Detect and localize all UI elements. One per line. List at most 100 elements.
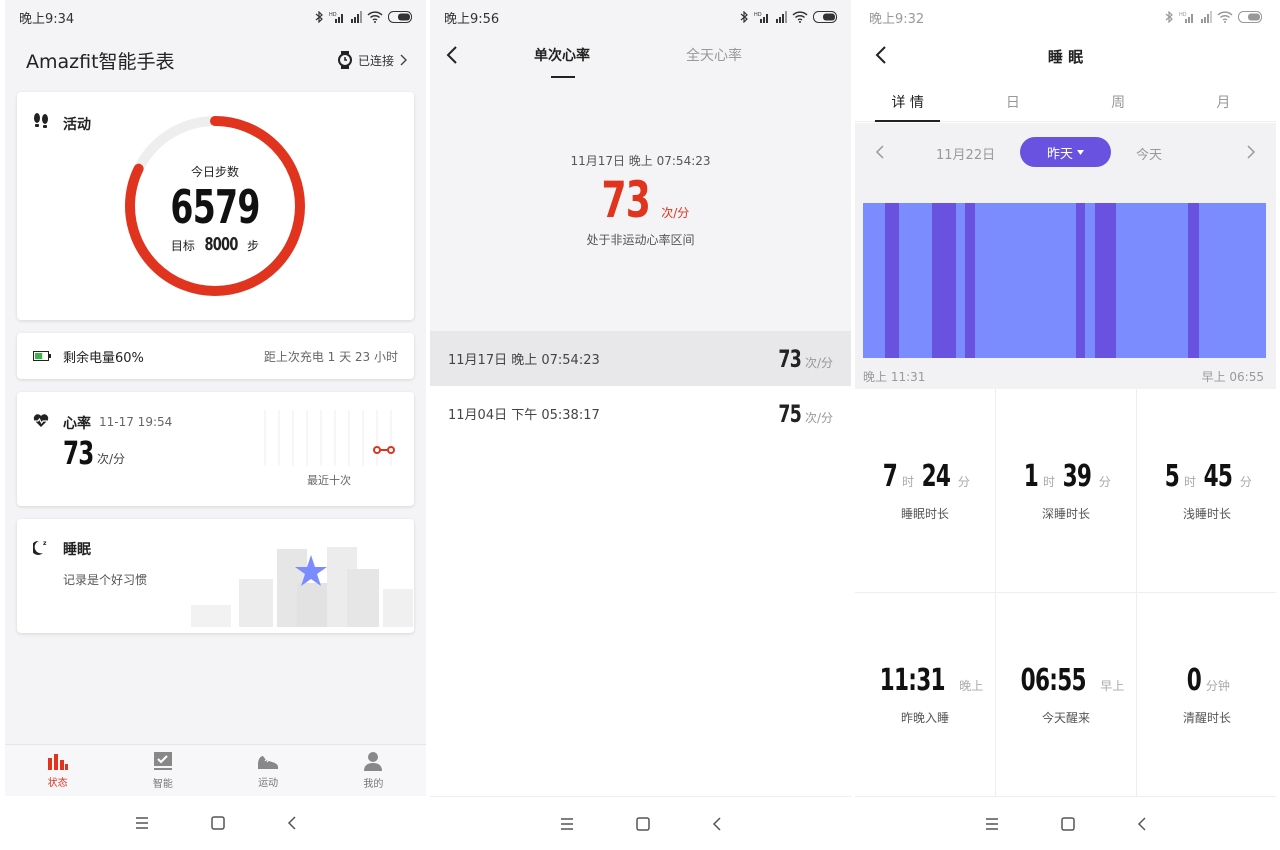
- metric-number: 24: [921, 459, 951, 494]
- menu-icon[interactable]: [560, 817, 574, 830]
- heart-time: 11-17 19:54: [99, 415, 173, 429]
- chart-end-time: 早上 06:55: [1201, 370, 1264, 384]
- sleep-chart-area: 晚上 11:31 早上 06:55: [855, 181, 1276, 389]
- steps-center: 今日步数 6579 目标 8000 步: [120, 111, 310, 301]
- sleep-card[interactable]: z 睡眠 记录是个好习惯: [17, 519, 414, 633]
- back-arrow-icon[interactable]: [446, 45, 458, 65]
- chevron-left-icon[interactable]: [875, 145, 885, 159]
- current-date: 昨天: [1046, 146, 1073, 162]
- metric-number: 5: [1164, 459, 1180, 494]
- heart-record-row[interactable]: 11月04日 下午 05:38:17 75 次/分: [430, 386, 851, 441]
- signal-hd-icon: HD: [329, 12, 343, 23]
- record-value: 73: [777, 344, 801, 373]
- system-nav-bar: [855, 796, 1276, 850]
- back-icon[interactable]: [1137, 816, 1147, 831]
- heart-unit: 次/分: [97, 452, 126, 466]
- since-charge: 距上次充电 1 天 23 小时: [263, 349, 398, 364]
- heart-rate-card[interactable]: 心率 11-17 19:54 73 次/分 最近十次: [17, 392, 414, 506]
- tab-smart[interactable]: 智能: [110, 745, 215, 796]
- record-datetime: 11月04日 下午 05:38:17: [448, 408, 600, 423]
- metric-unit: 时: [902, 475, 915, 489]
- goal-prefix: 目标: [170, 239, 195, 253]
- metric-deep-sleep: 1 时 39 分 深睡时长: [996, 389, 1136, 592]
- steps-goal: 目标 8000 步: [171, 234, 259, 255]
- checklist-icon: [153, 752, 172, 770]
- metric-unit: 晚上: [959, 679, 984, 693]
- chart-start-time: 晚上 11:31: [863, 370, 926, 384]
- shoe-icon: [258, 756, 279, 769]
- latest-unit: 次/分: [661, 206, 690, 220]
- chevron-right-icon[interactable]: [1246, 145, 1256, 159]
- svg-text:HD: HD: [1179, 12, 1187, 18]
- deep-sleep-bar: [1076, 203, 1085, 358]
- back-icon[interactable]: [712, 816, 722, 831]
- status-bar: 晚上9:32 HD: [855, 0, 1276, 34]
- sleep-title: 睡眠: [63, 542, 91, 558]
- heart-record-row[interactable]: 11月17日 晚上 07:54:23 73 次/分: [430, 331, 851, 386]
- tab-all-day-heart-rate[interactable]: 全天心率: [686, 45, 742, 65]
- sleep-subtitle: 记录是个好习惯: [63, 573, 148, 587]
- metric-number: 1: [1023, 459, 1039, 494]
- tab-single-heart-rate[interactable]: 单次心率: [534, 45, 590, 65]
- tab-day[interactable]: 日: [960, 86, 1065, 121]
- metric-label: 睡眠时长: [900, 507, 949, 521]
- metric-value: 06:55 早上: [1008, 663, 1124, 703]
- home-icon[interactable]: [635, 816, 650, 831]
- heart-icon: [33, 414, 49, 427]
- wifi-icon: [792, 11, 808, 23]
- deep-sleep-bar: [1188, 203, 1199, 358]
- battery-card[interactable]: 剩余电量60% 距上次充电 1 天 23 小时: [17, 333, 414, 379]
- back-icon[interactable]: [287, 816, 297, 830]
- home-icon[interactable]: [210, 816, 225, 830]
- prev-date[interactable]: 11月22日: [936, 144, 995, 163]
- moon-icon: z: [33, 540, 47, 555]
- status-icons: HD: [1164, 11, 1264, 23]
- next-date[interactable]: 今天: [1136, 144, 1162, 163]
- deep-sleep-bar: [885, 203, 899, 358]
- wifi-icon: [367, 11, 383, 23]
- home-icon[interactable]: [1060, 816, 1075, 831]
- status-bar: 晚上9:34 HD: [5, 0, 426, 34]
- tab-underline: [875, 120, 941, 122]
- signal-hd-icon: HD: [1179, 12, 1193, 23]
- record-value: 75: [777, 399, 801, 428]
- sleep-metrics-grid: 7 时 24 分 睡眠时长 1 时 39 分 深睡时长 5 时 45 分 浅睡时长 11:31 晚上…: [855, 389, 1276, 796]
- status-time: 晚上9:56: [444, 11, 500, 27]
- tab-me[interactable]: 我的: [321, 745, 426, 796]
- metric-unit: 分钟: [1205, 679, 1230, 693]
- system-nav-bar: [430, 796, 851, 850]
- metric-value: 11:31 晚上: [867, 663, 984, 703]
- metric-unit: 时: [1184, 475, 1197, 489]
- signal-icon: [351, 11, 362, 23]
- goal-unit: 步: [247, 239, 260, 253]
- connection-label: 已连接: [357, 53, 394, 68]
- current-date-pill[interactable]: 昨天: [1020, 137, 1111, 167]
- tab-sport[interactable]: 运动: [216, 745, 321, 796]
- metric-value: 1 时 39 分: [1021, 459, 1111, 499]
- bluetooth-icon: [315, 11, 323, 23]
- activity-card[interactable]: 活动 今日步数 6579 目标 8000 步: [17, 92, 414, 320]
- menu-icon[interactable]: [985, 817, 999, 830]
- date-selector: 11月22日 昨天 今天: [855, 123, 1276, 181]
- status-icons: HD: [314, 11, 414, 23]
- metric-unit: 分: [957, 475, 970, 489]
- metric-light-sleep: 5 时 45 分 浅睡时长: [1137, 389, 1276, 592]
- bluetooth-icon: [1165, 11, 1173, 23]
- connection-status[interactable]: 已连接: [337, 51, 408, 69]
- metric-number: 39: [1062, 459, 1092, 494]
- metric-number: 7: [882, 459, 898, 494]
- metric-sleep-duration: 7 时 24 分 睡眠时长: [855, 389, 995, 592]
- tab-status[interactable]: 状态: [5, 745, 110, 796]
- phone-screen-status: 晚上9:34 HD Amazfit智能手表 已连接 活动 今日步数 6579 目…: [5, 0, 426, 850]
- phone-screen-heart-rate: 晚上9:56 HD 单次心率 全天心率 11月17日 晚上 07:54:23 7…: [430, 0, 851, 850]
- metric-fell-asleep: 11:31 晚上 昨晚入睡: [855, 593, 995, 796]
- menu-icon[interactable]: [135, 817, 149, 829]
- latest-datetime: 11月17日 晚上 07:54:23: [570, 154, 711, 168]
- deep-sleep-bar: [932, 203, 956, 358]
- tab-month[interactable]: 月: [1171, 86, 1276, 121]
- tab-detail[interactable]: 详 情: [855, 86, 960, 122]
- tab-week[interactable]: 周: [1066, 86, 1171, 121]
- tab-label: 我的: [363, 779, 384, 790]
- battery-label: 剩余电量60%: [63, 350, 144, 366]
- metric-value: 5 时 45 分: [1162, 459, 1252, 499]
